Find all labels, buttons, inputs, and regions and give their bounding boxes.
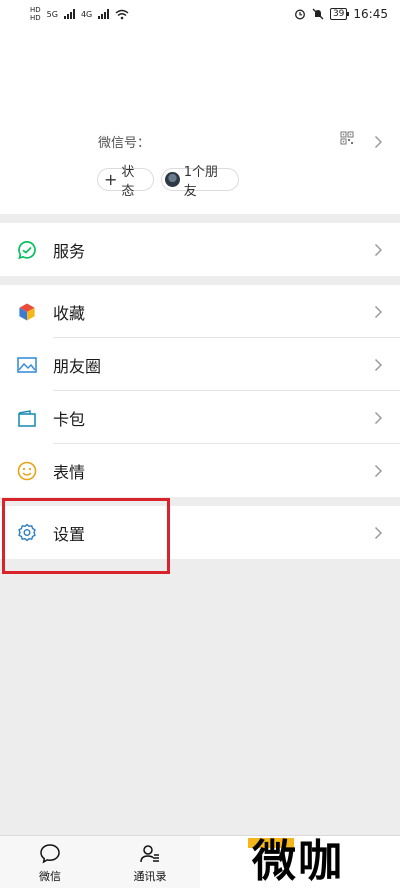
- status-pill-label: 状态: [121, 164, 135, 199]
- qr-code-icon[interactable]: [340, 131, 354, 145]
- watermark-logo: 微咖: [252, 836, 344, 887]
- favorites-cube-icon: [18, 302, 36, 321]
- wifi-icon: [115, 9, 129, 19]
- status-left: HD HD 5G 4G: [30, 6, 129, 22]
- menu-item-services[interactable]: 服务: [0, 223, 400, 276]
- highlight-annotation: [2, 498, 170, 574]
- clock-time: 16:45: [353, 7, 388, 21]
- status-right: 39 16:45: [294, 7, 388, 21]
- chevron-right-icon: [374, 358, 383, 371]
- smiley-face-icon: [17, 461, 37, 480]
- tab-chats-label: 微信: [39, 870, 61, 883]
- menu-group-services: 服务: [0, 223, 400, 276]
- alarm-icon: [295, 9, 305, 20]
- menu-item-stickers[interactable]: 表情: [0, 444, 400, 497]
- add-status-button[interactable]: + 状态: [97, 165, 154, 199]
- cards-label: 卡包: [53, 409, 86, 429]
- friend-avatar: [165, 172, 180, 187]
- menu-group-main: 收藏 朋友圈 卡包 表情: [0, 285, 400, 497]
- friends-status-button[interactable]: 1个朋友: [161, 165, 239, 199]
- mute-bell-icon: [312, 8, 324, 20]
- menu-item-cards[interactable]: 卡包: [0, 391, 400, 444]
- network-4g-label: 4G: [80, 9, 93, 19]
- status-bar: HD HD 5G 4G 39 16:45: [0, 0, 400, 28]
- network-5g-label: 5G: [46, 9, 58, 19]
- menu-item-favorites[interactable]: 收藏: [0, 285, 400, 338]
- hd1-label: HD: [30, 6, 41, 14]
- moments-picture-icon: [17, 356, 37, 373]
- menu-item-moments[interactable]: 朋友圈: [0, 338, 400, 391]
- services-icon: [18, 240, 36, 259]
- services-label: 服务: [53, 241, 86, 261]
- tab-contacts[interactable]: 通讯录: [128, 842, 172, 884]
- battery-icon: 39: [329, 8, 350, 20]
- favorites-label: 收藏: [53, 303, 86, 323]
- tab-chats[interactable]: 微信: [34, 842, 66, 884]
- tab-contacts-label: 通讯录: [133, 870, 167, 883]
- card-wallet-icon: [18, 409, 36, 427]
- wechat-id-label: 微信号：: [98, 136, 151, 151]
- signal-icon: [63, 9, 75, 19]
- chevron-right-icon: [374, 526, 383, 539]
- chevron-right-icon: [374, 464, 383, 477]
- chevron-right-icon: [374, 411, 383, 424]
- chevron-right-icon: [374, 135, 383, 149]
- profile-header[interactable]: 微信号： + 状态 1个朋友: [0, 28, 400, 214]
- chevron-right-icon: [374, 305, 383, 318]
- hd2-label: HD: [30, 14, 41, 22]
- stickers-label: 表情: [53, 462, 86, 482]
- plus-icon: +: [104, 169, 118, 189]
- chat-bubble-icon: [40, 844, 60, 864]
- chevron-right-icon: [374, 243, 383, 256]
- moments-label: 朋友圈: [53, 356, 102, 376]
- friends-pill-label: 1个朋友: [183, 164, 218, 199]
- hd-indicator: HD HD: [30, 6, 41, 22]
- signal-icon-2: [98, 9, 110, 19]
- contacts-person-icon: [140, 845, 159, 863]
